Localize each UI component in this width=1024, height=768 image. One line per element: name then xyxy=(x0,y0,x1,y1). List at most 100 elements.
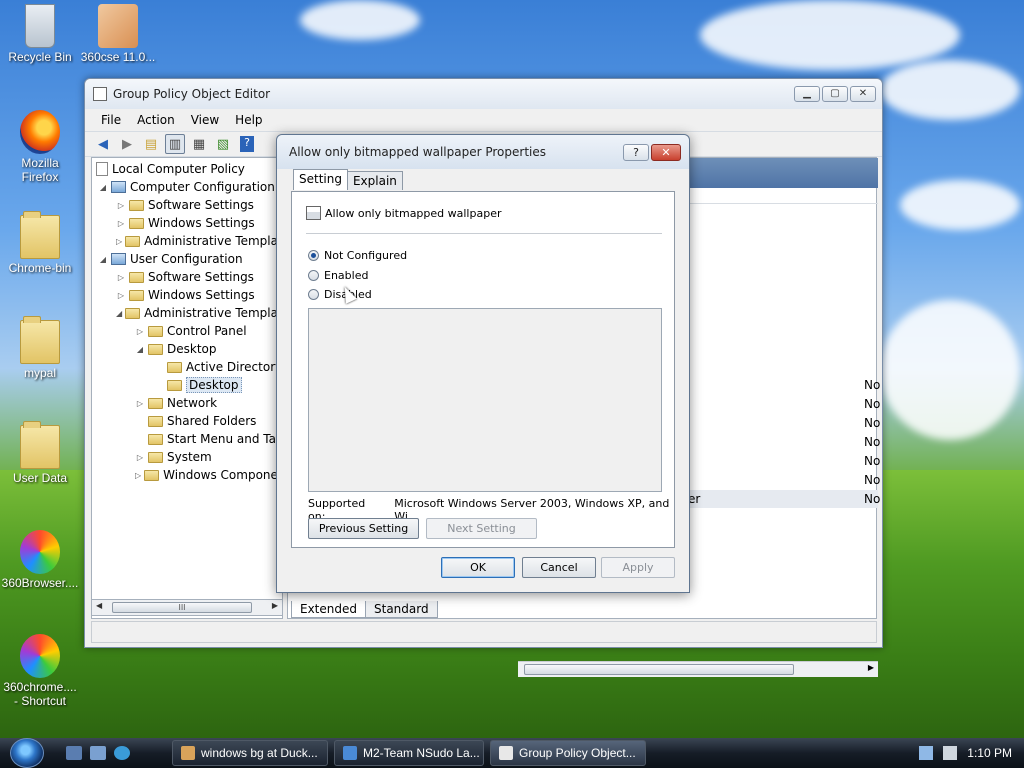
tree-item-network[interactable]: ▷ Network xyxy=(92,394,282,412)
up-folder-icon: ▤ xyxy=(144,136,158,152)
expanded-arrow-icon[interactable]: ◢ xyxy=(116,309,122,318)
menu-view[interactable]: View xyxy=(191,113,219,127)
radio-enabled[interactable]: Enabled xyxy=(308,269,368,282)
close-icon: ✕ xyxy=(661,145,671,159)
state-cell: No xyxy=(864,416,881,430)
apply-button[interactable]: Apply xyxy=(601,557,675,578)
show-tree-button[interactable]: ▥ xyxy=(165,134,185,154)
radio-not-configured[interactable]: Not Configured xyxy=(308,249,407,262)
volume-icon[interactable] xyxy=(943,746,958,760)
column-header[interactable] xyxy=(668,188,878,204)
tree-item-system[interactable]: ▷ System xyxy=(92,448,282,466)
export-list-button[interactable]: ▧ xyxy=(213,134,233,154)
scroll-right-icon[interactable]: ▶ xyxy=(868,663,874,672)
dialog-help-button[interactable]: ? xyxy=(623,143,649,161)
tree-item-shared-folders[interactable]: Shared Folders xyxy=(92,412,282,430)
editor-titlebar[interactable]: Group Policy Object Editor ▁ ▢ ✕ xyxy=(85,79,882,109)
tree-item-active-directory[interactable]: Active Directory xyxy=(92,358,282,376)
gpedit-icon xyxy=(499,746,513,760)
internet-explorer-icon[interactable] xyxy=(114,746,130,760)
desktop-icon-chrome-bin[interactable]: Chrome-bin xyxy=(0,211,80,275)
tree-item-computer-configuration[interactable]: ◢ Computer Configuration xyxy=(92,178,282,196)
policy-name: Allow only bitmapped wallpaper xyxy=(325,206,502,220)
tree-horizontal-scrollbar[interactable]: ◀ III ▶ xyxy=(91,599,283,616)
list-horizontal-scrollbar[interactable]: ▶ xyxy=(518,661,878,677)
tree-item-control-panel[interactable]: ▷ Control Panel xyxy=(92,322,282,340)
tree-item-start-menu[interactable]: Start Menu and Taskbar xyxy=(92,430,282,448)
tree-item-software-settings[interactable]: ▷ Software Settings xyxy=(92,196,282,214)
tab-standard[interactable]: Standard xyxy=(365,601,438,618)
ok-button[interactable]: OK xyxy=(441,557,515,578)
close-button[interactable]: ✕ xyxy=(850,86,876,102)
tab-explain[interactable]: Explain xyxy=(346,171,403,190)
cancel-button[interactable]: Cancel xyxy=(522,557,596,578)
help-icon: ? xyxy=(240,136,254,152)
collapsed-arrow-icon[interactable]: ▷ xyxy=(116,273,126,282)
tree-item-windows-settings[interactable]: ▷ Windows Settings xyxy=(92,286,282,304)
collapsed-arrow-icon[interactable]: ▷ xyxy=(116,219,126,228)
previous-setting-button[interactable]: Previous Setting xyxy=(308,518,419,539)
tree-item-administrative-templates[interactable]: ◢ Administrative Templates xyxy=(92,304,282,322)
properties-icon: ▦ xyxy=(192,136,206,152)
menu-help[interactable]: Help xyxy=(235,113,262,127)
expanded-arrow-icon[interactable]: ◢ xyxy=(135,345,145,354)
collapsed-arrow-icon[interactable]: ▷ xyxy=(116,201,126,210)
export-icon: ▧ xyxy=(216,136,230,152)
tree-item-local-computer-policy[interactable]: Local Computer Policy xyxy=(92,160,282,178)
radio-selected-icon[interactable] xyxy=(308,250,319,261)
tree-item-desktop[interactable]: ◢ Desktop xyxy=(92,340,282,358)
desktop-icon-user-data[interactable]: User Data xyxy=(0,421,80,485)
forward-button[interactable]: ▶ xyxy=(117,134,137,154)
scroll-thumb[interactable] xyxy=(524,664,794,675)
help-button[interactable]: ? xyxy=(237,134,257,154)
start-button[interactable] xyxy=(10,738,44,768)
tab-extended[interactable]: Extended xyxy=(291,601,366,618)
desktop-icon-recycle-bin[interactable]: Recycle Bin xyxy=(0,4,80,64)
tree-item-software-settings[interactable]: ▷ Software Settings xyxy=(92,268,282,286)
tree-item-windows-components[interactable]: ▷Windows Components xyxy=(92,466,282,484)
desktop-icon-360browser[interactable]: 360Browser.... xyxy=(0,530,80,590)
tree-item-desktop-selected[interactable]: Desktop xyxy=(92,376,282,394)
collapsed-arrow-icon[interactable]: ▷ xyxy=(135,327,145,336)
minimize-button[interactable]: ▁ xyxy=(794,86,820,102)
dialog-close-button[interactable]: ✕ xyxy=(651,143,681,161)
tree-item-user-configuration[interactable]: ◢ User Configuration xyxy=(92,250,282,268)
collapsed-arrow-icon[interactable]: ▷ xyxy=(116,237,122,246)
menu-action[interactable]: Action xyxy=(137,113,175,127)
tree-item-administrative-templates[interactable]: ▷ Administrative Templates xyxy=(92,232,282,250)
scroll-right-icon[interactable]: ▶ xyxy=(272,601,278,610)
folder-icon xyxy=(20,211,60,259)
tree-pane[interactable]: Local Computer Policy ◢ Computer Configur… xyxy=(91,157,283,619)
desktop-icon-360cse[interactable]: 360cse 11.0... xyxy=(78,4,158,64)
scroll-left-icon[interactable]: ◀ xyxy=(96,601,102,610)
clock[interactable]: 1:10 PM xyxy=(967,746,1012,760)
up-folder-button[interactable]: ▤ xyxy=(141,134,161,154)
maximize-button[interactable]: ▢ xyxy=(822,86,848,102)
tab-setting[interactable]: Setting xyxy=(293,169,348,190)
radio-unselected-icon[interactable] xyxy=(308,270,319,281)
expanded-arrow-icon[interactable]: ◢ xyxy=(98,255,108,264)
radio-unselected-icon[interactable] xyxy=(308,289,319,300)
next-setting-button[interactable]: Next Setting xyxy=(426,518,537,539)
menu-file[interactable]: File xyxy=(101,113,121,127)
properties-button[interactable]: ▦ xyxy=(189,134,209,154)
expanded-arrow-icon[interactable]: ◢ xyxy=(98,183,108,192)
desktop-icon-firefox[interactable]: Mozilla Firefox xyxy=(0,110,80,184)
taskbar-app-duckduckgo[interactable]: windows bg at Duck... xyxy=(172,740,328,766)
collapsed-arrow-icon[interactable]: ▷ xyxy=(135,453,145,462)
switch-windows-icon[interactable] xyxy=(90,746,106,760)
scroll-thumb[interactable]: III xyxy=(112,602,252,613)
collapsed-arrow-icon[interactable]: ▷ xyxy=(116,291,126,300)
desktop-icon-360chrome-shortcut[interactable]: 360chrome.... - Shortcut xyxy=(0,634,80,708)
desktop-icon-mypal[interactable]: mypal xyxy=(0,316,80,380)
taskbar-app-group-policy[interactable]: Group Policy Object... xyxy=(490,740,646,766)
show-desktop-icon[interactable] xyxy=(66,746,82,760)
collapsed-arrow-icon[interactable]: ▷ xyxy=(135,471,141,480)
taskbar-app-nsudo[interactable]: M2-Team NSudo La... xyxy=(334,740,484,766)
tree-item-windows-settings[interactable]: ▷ Windows Settings xyxy=(92,214,282,232)
dialog-tabs: Setting Explain xyxy=(293,169,403,190)
dialog-titlebar[interactable]: Allow only bitmapped wallpaper Propertie… xyxy=(277,135,689,169)
back-button[interactable]: ◀ xyxy=(93,134,113,154)
network-icon[interactable] xyxy=(919,746,934,760)
collapsed-arrow-icon[interactable]: ▷ xyxy=(135,399,145,408)
